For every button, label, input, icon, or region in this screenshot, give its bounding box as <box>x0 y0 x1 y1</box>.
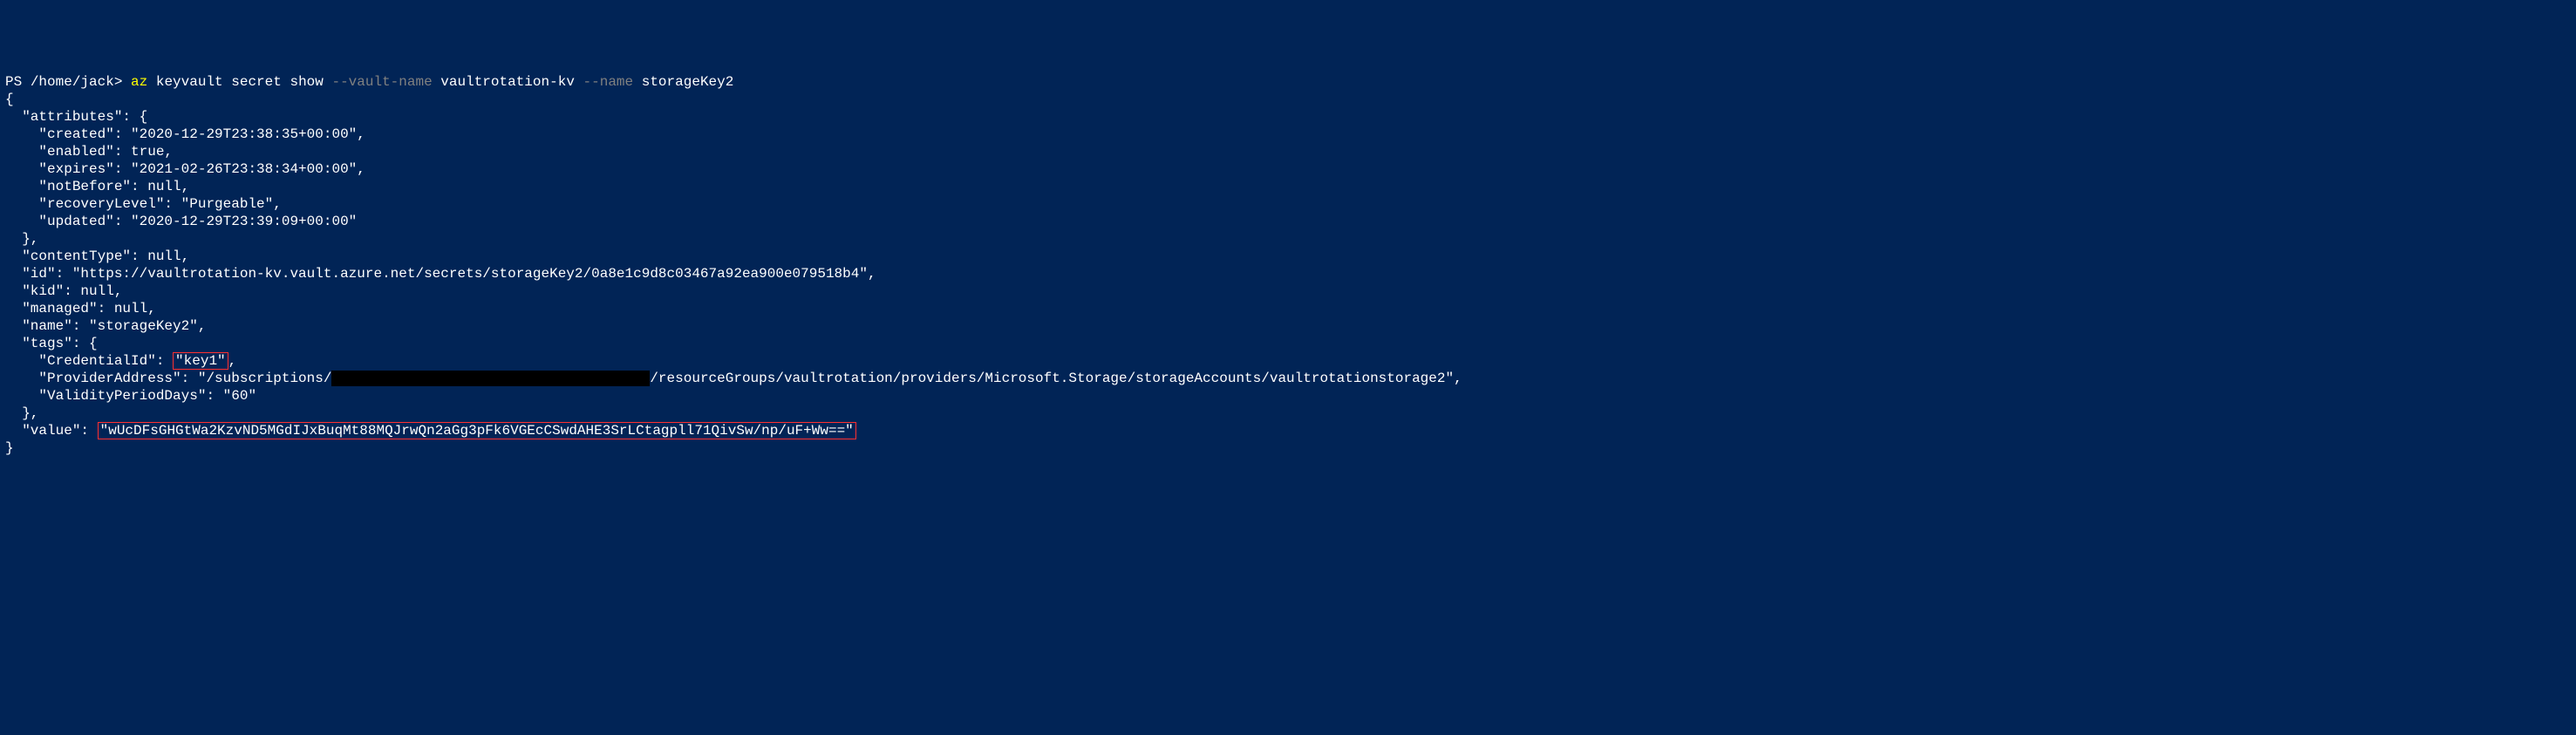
output-line: "contentType": null, <box>5 248 189 264</box>
highlight-credential-id: "key1" <box>173 352 228 370</box>
arg-name: storageKey2 <box>633 74 733 90</box>
output-line: "updated": "2020-12-29T23:39:09+00:00" <box>5 214 357 229</box>
redacted-subscription-id <box>331 371 650 386</box>
output-line: "kid": null, <box>5 283 122 299</box>
output-line: { <box>5 92 14 107</box>
output-line: "id": "https://vaultrotation-kv.vault.az… <box>5 266 876 282</box>
output-line: , <box>228 353 237 369</box>
output-line: "recoveryLevel": "Purgeable", <box>5 196 282 212</box>
output-credentialid-key: "CredentialId": <box>5 353 173 369</box>
flag-vault-name: --vault-name <box>331 74 432 90</box>
prompt-prefix: PS <box>5 74 31 90</box>
flag-name: --name <box>583 74 634 90</box>
highlight-secret-value: "wUcDFsGHGtWa2KzvND5MGdIJxBuqMt88MQJrwQn… <box>98 422 856 439</box>
cmd-subcommand: keyvault secret show <box>147 74 331 90</box>
output-line: } <box>5 440 14 456</box>
output-line: "tags": { <box>5 336 98 351</box>
output-line: "notBefore": null, <box>5 179 189 194</box>
output-line: }, <box>5 231 38 247</box>
output-line: "managed": null, <box>5 301 156 316</box>
output-line: "enabled": true, <box>5 144 173 160</box>
terminal-window[interactable]: PS /home/jack> az keyvault secret show -… <box>5 73 2571 457</box>
output-value-key: "value": <box>5 423 98 439</box>
output-line: "expires": "2021-02-26T23:38:34+00:00", <box>5 161 365 177</box>
prompt-caret: > <box>114 74 131 90</box>
output-provideraddress-a: "ProviderAddress": "/subscriptions/ <box>5 371 331 386</box>
cmd-exe: az <box>131 74 147 90</box>
output-line: }, <box>5 405 38 421</box>
arg-vault-name: vaultrotation-kv <box>433 74 583 90</box>
output-line: "ValidityPeriodDays": "60" <box>5 388 256 404</box>
prompt-path: /home/jack <box>31 74 114 90</box>
output-line: "name": "storageKey2", <box>5 318 206 334</box>
output-line: "attributes": { <box>5 109 147 125</box>
output-line: "created": "2020-12-29T23:38:35+00:00", <box>5 126 365 142</box>
output-provideraddress-b: /resourceGroups/vaultrotation/providers/… <box>650 371 1462 386</box>
